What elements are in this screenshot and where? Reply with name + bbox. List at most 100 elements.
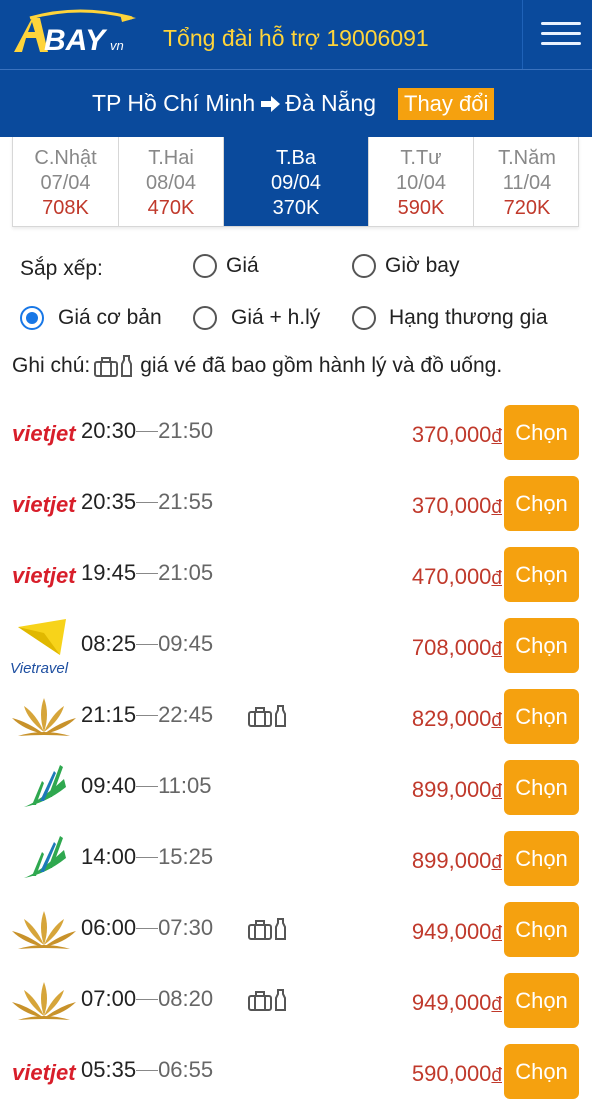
price-value: 829,000 (411, 706, 492, 731)
date-selector: C.Nhật 07/04 708K T.Hai 08/04 470K T.Ba … (12, 137, 579, 227)
vietjet-logo-icon: vietjet (12, 563, 77, 588)
sort-by-time-radio[interactable]: Giờ bay (352, 254, 459, 278)
flight-row[interactable]: vietjet 05:35 06:55 590,000đ Chọn (0, 1037, 592, 1107)
airline-logo: vietjet (10, 1045, 78, 1101)
vietnam-airlines-lotus-icon (12, 982, 76, 1020)
flight-row[interactable]: 06:00 07:30 949,000đ Chọn (0, 895, 592, 966)
departure-time: 07:00 (81, 986, 137, 1011)
departure-time: 21:15 (81, 702, 137, 727)
flight-times: 21:15 22:45 (81, 702, 213, 728)
arrival-time: 09:45 (158, 631, 214, 656)
price-value: 590,000 (411, 1061, 492, 1086)
airline-logo: Vietravel (10, 619, 78, 677)
choose-flight-button[interactable]: Chọn (504, 476, 579, 531)
date-tab-day: T.Năm (498, 147, 556, 169)
choose-flight-button[interactable]: Chọn (504, 831, 579, 886)
choose-flight-button[interactable]: Chọn (504, 689, 579, 744)
flight-price: 899,000đ (412, 848, 502, 874)
date-tab[interactable]: T.Hai 08/04 470K (119, 137, 224, 226)
radio-circle (352, 306, 376, 330)
flight-row[interactable]: Vietravel 08:25 09:45 708,000đ Chọn (0, 611, 592, 682)
flight-price: 949,000đ (412, 990, 502, 1016)
time-separator (136, 501, 159, 503)
abay-logo[interactable]: BAY vn (10, 8, 140, 60)
radio-circle (193, 306, 217, 330)
flight-row[interactable]: vietjet 19:45 21:05 470,000đ Chọn (0, 540, 592, 611)
flight-row[interactable]: 09:40 11:05 899,000đ Chọn (0, 753, 592, 824)
date-tab-price: 708K (42, 197, 89, 219)
price-value: 899,000 (411, 848, 492, 873)
menu-button[interactable] (522, 0, 592, 69)
departure-time: 20:30 (81, 418, 137, 443)
flight-times: 20:30 21:50 (81, 418, 213, 444)
flight-row[interactable]: 21:15 22:45 829,000đ Chọn (0, 682, 592, 753)
basic-price-radio[interactable]: Giá cơ bản (20, 306, 162, 330)
choose-flight-button[interactable]: Chọn (504, 1044, 579, 1099)
vietjet-logo-icon: vietjet (12, 1060, 77, 1085)
airline-logo: vietjet (10, 548, 78, 604)
price-value: 470,000 (411, 564, 492, 589)
arrival-time: 22:45 (158, 702, 214, 727)
choose-flight-button[interactable]: Chọn (504, 618, 579, 673)
logo-suffix: vn (110, 38, 124, 53)
time-separator (136, 998, 159, 1000)
date-tab[interactable]: T.Tư 10/04 590K (369, 137, 474, 226)
date-tab-selected[interactable]: T.Ba 09/04 370K (224, 137, 369, 226)
bamboo-airways-logo-icon (24, 836, 66, 878)
price-currency: đ (491, 1065, 502, 1086)
choose-flight-button[interactable]: Chọn (504, 547, 579, 602)
choose-flight-button[interactable]: Chọn (504, 405, 579, 460)
date-tab-day: T.Ba (275, 147, 317, 169)
airline-logo (10, 974, 78, 1030)
change-route-button[interactable]: Thay đổi (398, 88, 495, 120)
sort-by-price-radio[interactable]: Giá (193, 254, 259, 278)
price-currency: đ (491, 994, 502, 1015)
note-description: giá vé đã bao gồm hành lý và đồ uống. (140, 354, 503, 377)
flight-row[interactable]: 07:00 08:20 949,000đ Chọn (0, 966, 592, 1037)
choose-flight-button[interactable]: Chọn (504, 760, 579, 815)
arrival-time: 21:05 (158, 560, 214, 585)
price-currency: đ (491, 426, 502, 447)
price-currency: đ (491, 710, 502, 731)
date-tab-date: 09/04 (270, 172, 322, 194)
note-prefix: Ghi chú: (12, 354, 91, 377)
date-tab[interactable]: T.Năm 11/04 720K (474, 137, 580, 226)
choose-flight-button[interactable]: Chọn (504, 973, 579, 1028)
radio-circle-selected (20, 306, 44, 330)
departure-time: 19:45 (81, 560, 137, 585)
price-luggage-radio[interactable]: Giá + h.lý (193, 306, 320, 330)
price-luggage-label: Giá + h.lý (231, 306, 321, 329)
airline-logo: vietjet (10, 406, 78, 462)
flight-times: 20:35 21:55 (81, 489, 213, 515)
luggage-drink-icon (248, 918, 286, 940)
included-services (247, 703, 291, 734)
hotline-text[interactable]: Tổng đài hỗ trợ 19006091 (163, 25, 429, 52)
arrival-time: 21:55 (158, 489, 214, 514)
route-to: Đà Nẵng (285, 90, 376, 116)
price-value: 949,000 (411, 919, 492, 944)
included-services (247, 916, 291, 947)
luggage-drink-icon (248, 989, 286, 1011)
departure-time: 14:00 (81, 844, 137, 869)
business-class-radio[interactable]: Hạng thương gia (352, 306, 548, 330)
vietnam-airlines-lotus-icon (12, 911, 76, 949)
arrival-time: 06:55 (158, 1057, 214, 1082)
price-value: 370,000 (411, 493, 492, 518)
flight-row[interactable]: vietjet 20:30 21:50 370,000đ Chọn (0, 398, 592, 469)
sort-label: Sắp xếp: (20, 257, 103, 280)
date-tab-price: 370K (272, 197, 320, 219)
flight-times: 19:45 21:05 (81, 560, 213, 586)
price-value: 370,000 (411, 422, 492, 447)
flight-row[interactable]: 14:00 15:25 899,000đ Chọn (0, 824, 592, 895)
vietjet-logo-icon: vietjet (12, 421, 77, 446)
route-text: TP Hồ Chí Minh Đà Nẵng (92, 90, 376, 117)
date-tab-price: 470K (147, 197, 195, 219)
flight-row[interactable]: vietjet 20:35 21:55 370,000đ Chọn (0, 469, 592, 540)
time-separator (136, 856, 159, 858)
svg-text:vietjet: vietjet (12, 421, 77, 446)
price-currency: đ (491, 852, 502, 873)
choose-flight-button[interactable]: Chọn (504, 902, 579, 957)
svg-text:vietjet: vietjet (12, 1060, 77, 1085)
svg-text:vietjet: vietjet (12, 563, 77, 588)
date-tab[interactable]: C.Nhật 07/04 708K (13, 137, 119, 226)
